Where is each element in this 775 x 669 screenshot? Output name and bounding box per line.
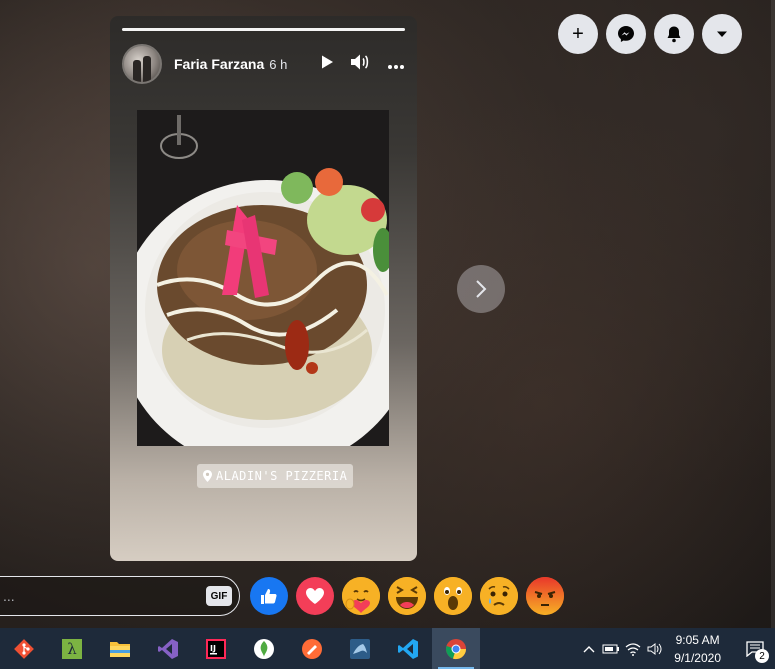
system-tray: 9:05 AM 9/1/2020 2 [578, 628, 775, 669]
reaction-like-button[interactable] [250, 577, 288, 615]
mongodb-app[interactable] [240, 628, 288, 669]
mysql-workbench-app[interactable] [336, 628, 384, 669]
visual-studio-icon [158, 638, 178, 659]
visual-studio-app[interactable] [144, 628, 192, 669]
intellij-app[interactable]: IJ [192, 628, 240, 669]
reaction-care-button[interactable] [342, 577, 380, 615]
chevron-up-icon[interactable] [578, 645, 600, 653]
speaker-icon[interactable] [644, 642, 666, 656]
reaction-haha-button[interactable] [388, 577, 426, 615]
reply-box: GIF [0, 576, 240, 616]
heart-icon [306, 588, 324, 604]
story-photo [137, 110, 389, 446]
caret-down-icon [717, 31, 727, 37]
plus-icon: + [572, 22, 584, 45]
top-actions: + [558, 14, 742, 54]
play-icon[interactable] [319, 54, 335, 75]
notification-count: 2 [755, 649, 769, 663]
avatar[interactable] [122, 44, 162, 84]
postman-icon [302, 638, 322, 659]
story-author[interactable]: Faria Farzana [174, 56, 264, 72]
story-controls [319, 52, 405, 77]
battery-icon[interactable] [600, 643, 622, 655]
git-icon [14, 638, 34, 659]
story-card[interactable]: Faria Farzana 6 h ALADIN'S PIZZERIA [110, 16, 417, 561]
reaction-sad-button[interactable] [480, 577, 518, 615]
next-story-button[interactable] [457, 265, 505, 313]
svg-text:λ: λ [67, 640, 77, 658]
clock[interactable]: 9:05 AM 9/1/2020 [674, 631, 721, 667]
action-center-button[interactable]: 2 [735, 628, 775, 669]
story-time: 6 h [269, 56, 288, 72]
chevron-right-icon [476, 280, 487, 298]
volume-icon[interactable] [349, 52, 373, 77]
vscode-app[interactable] [384, 628, 432, 669]
git-app[interactable] [0, 628, 48, 669]
location-pin-icon [203, 470, 212, 482]
reaction-wow-button[interactable] [434, 577, 472, 615]
reply-input[interactable] [3, 588, 206, 604]
postman-app[interactable] [288, 628, 336, 669]
reaction-bar [250, 577, 564, 615]
story-header: Faria Farzana 6 h [122, 44, 405, 84]
gif-button[interactable]: GIF [206, 586, 232, 606]
mongodb-icon [254, 638, 274, 659]
folder-icon [110, 641, 130, 657]
file-explorer-app[interactable] [96, 628, 144, 669]
chrome-icon [446, 638, 467, 659]
messenger-button[interactable] [606, 14, 646, 54]
more-icon[interactable] [387, 54, 405, 75]
clock-date: 9/1/2020 [674, 650, 721, 665]
angry-face-icon [526, 577, 564, 615]
reaction-angry-button[interactable] [526, 577, 564, 615]
bell-icon [667, 26, 681, 43]
location-label: ALADIN'S PIZZERIA [216, 469, 348, 483]
reaction-love-button[interactable] [296, 577, 334, 615]
lambda-icon: λ [62, 638, 82, 659]
story-progress-bar [122, 28, 405, 31]
care-face-icon [342, 577, 380, 615]
mysql-workbench-icon [350, 638, 370, 659]
lambda-app[interactable]: λ [48, 628, 96, 669]
wow-face-icon [434, 577, 472, 615]
notifications-button[interactable] [654, 14, 694, 54]
taskbar: λ IJ 9:05 AM 9/1/2020 2 [0, 628, 775, 669]
location-sticker[interactable]: ALADIN'S PIZZERIA [197, 464, 354, 488]
laughing-face-icon [388, 577, 426, 615]
clock-time: 9:05 AM [675, 632, 720, 647]
thumbs-up-icon [261, 589, 277, 604]
sad-face-icon [480, 577, 518, 615]
account-menu-button[interactable] [702, 14, 742, 54]
chrome-app[interactable] [432, 628, 480, 669]
scrollbar[interactable] [771, 0, 775, 628]
intellij-icon: IJ [206, 638, 226, 659]
wifi-icon[interactable] [622, 642, 644, 656]
vscode-icon [398, 638, 418, 659]
create-button[interactable]: + [558, 14, 598, 54]
svg-text:IJ: IJ [210, 644, 216, 653]
messenger-icon [618, 26, 634, 42]
